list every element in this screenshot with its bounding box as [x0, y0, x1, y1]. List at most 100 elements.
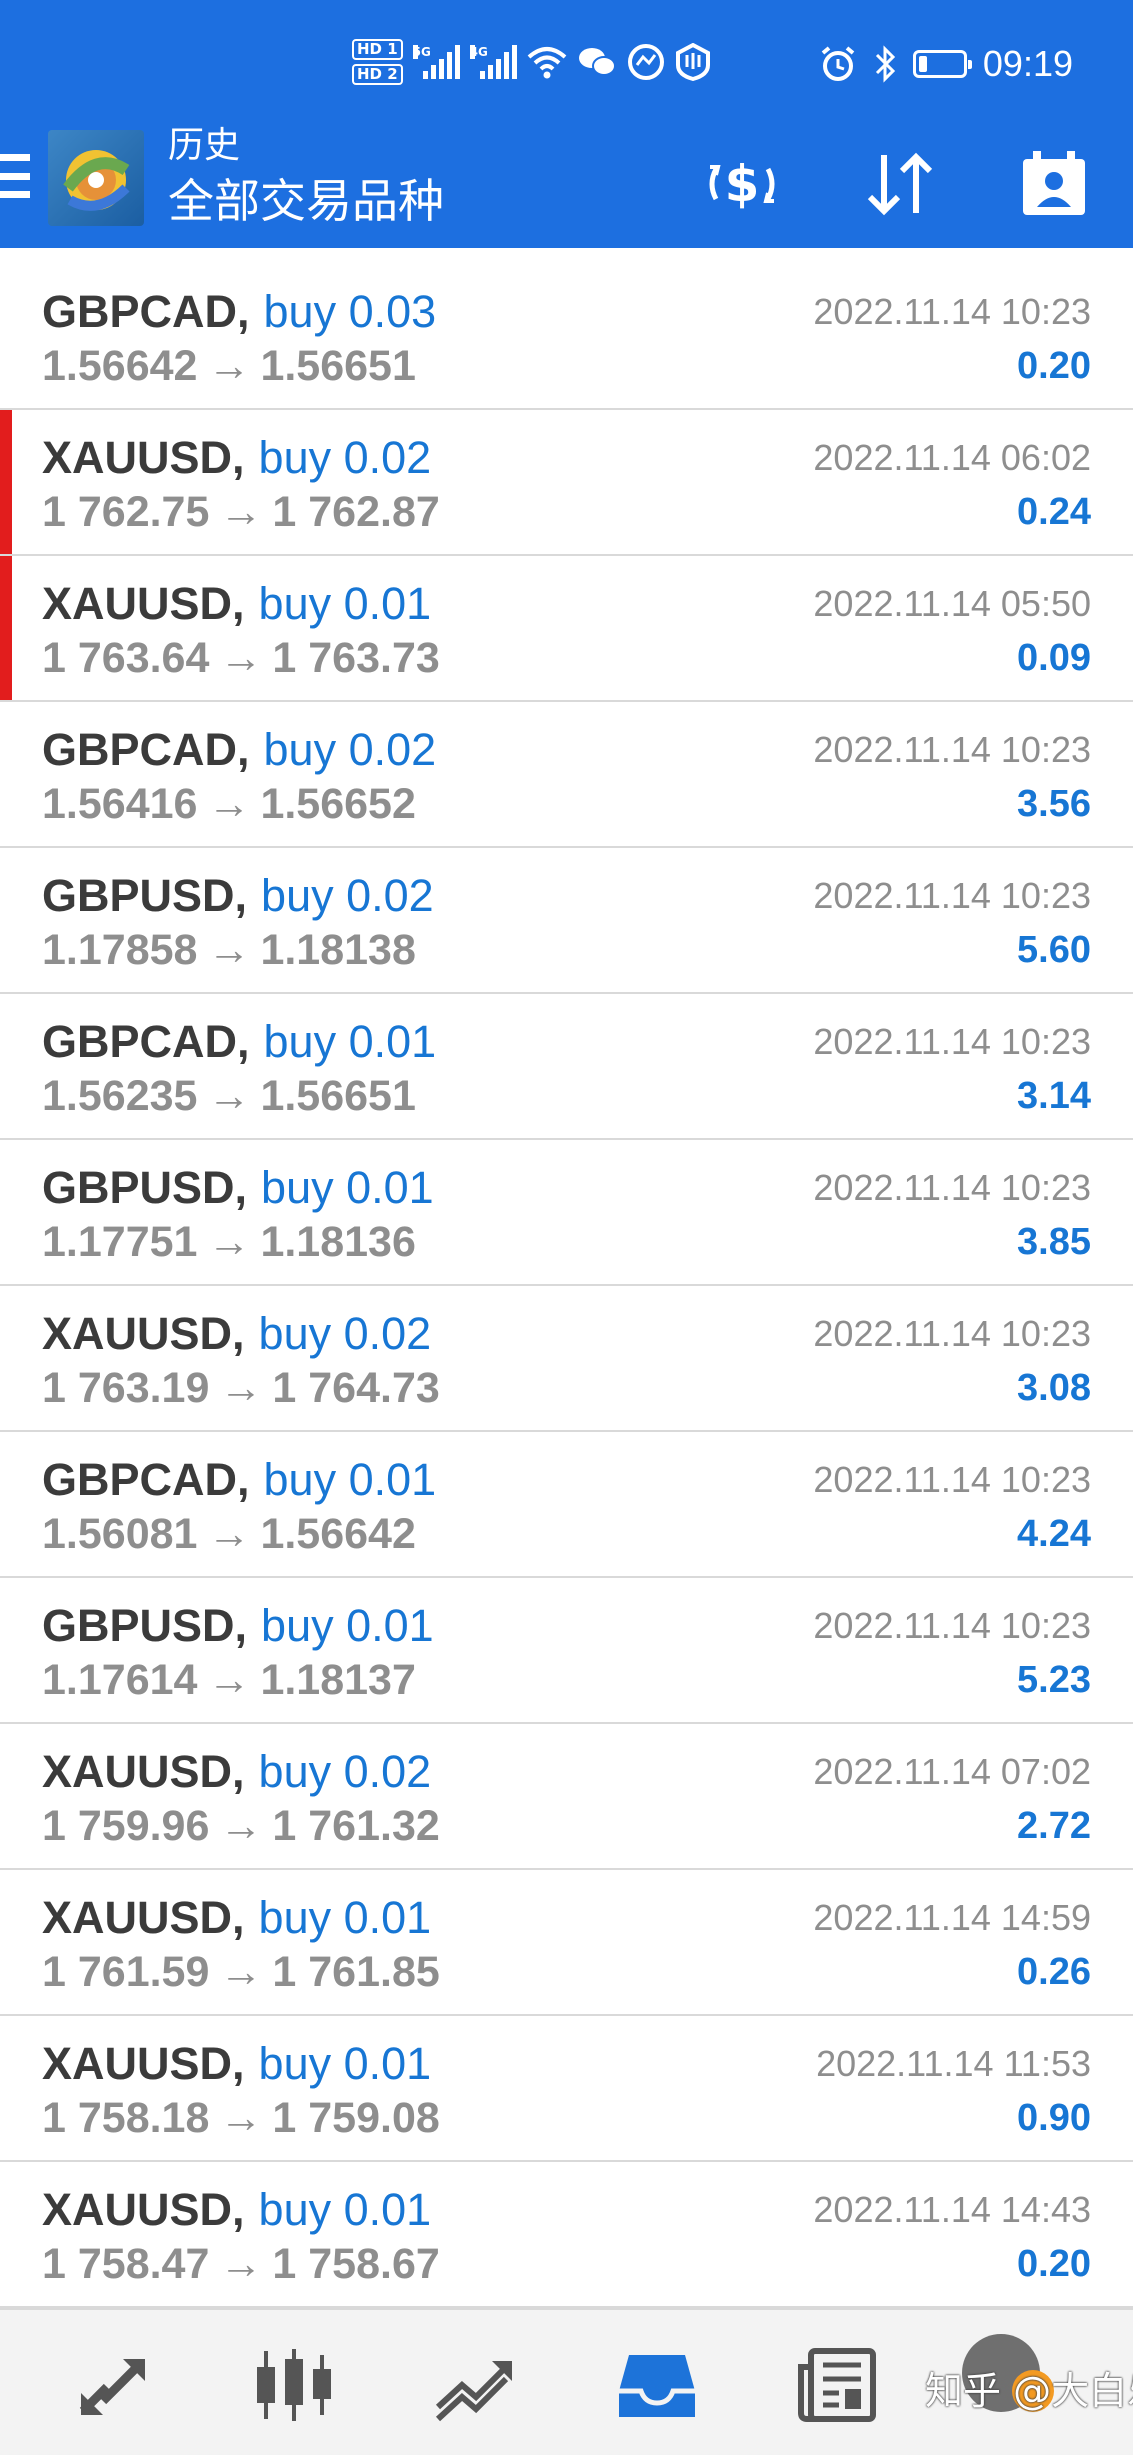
- comma-separator: ,: [237, 1016, 250, 1067]
- arrow-icon: →: [219, 2094, 263, 2142]
- trade-row[interactable]: GBPUSD, buy 0.01 1.17614 → 1.18137 2022.11.…: [0, 1578, 1133, 1724]
- trade-title: GBPCAD, buy 0.03: [42, 286, 436, 338]
- trade-profit: 0.90: [1017, 2097, 1091, 2139]
- trade-time: 2022.11.14 14:59: [813, 1897, 1091, 1938]
- open-price: 1.56416: [42, 780, 198, 828]
- comma-separator: ,: [232, 2038, 245, 2089]
- bluetooth-icon: [875, 45, 896, 83]
- trade-side-volume: buy 0.01: [258, 1892, 432, 1943]
- signal-5g-icon: 5G: [412, 45, 460, 79]
- trade-prices: 1.17614 → 1.18137: [42, 1654, 416, 1706]
- comma-separator: ,: [234, 1162, 248, 1213]
- trade-symbol: GBPCAD: [42, 1016, 238, 1067]
- nav-chart[interactable]: [250, 2340, 340, 2430]
- trade-profit: 3.85: [1017, 1221, 1091, 1263]
- trade-prices: 1.56081 → 1.56642: [42, 1508, 416, 1560]
- open-price: 1.56235: [42, 1072, 198, 1120]
- trade-profit: 4.24: [1017, 1513, 1091, 1555]
- arrow-icon: →: [219, 1364, 263, 1412]
- trade-profit: 0.20: [1017, 2243, 1091, 2285]
- nav-history[interactable]: [612, 2340, 702, 2430]
- arrow-icon: →: [219, 1948, 263, 1996]
- metatrader-logo: [48, 130, 144, 226]
- trade-side-volume: buy 0.01: [261, 1600, 434, 1651]
- nav-trade[interactable]: [430, 2340, 520, 2430]
- symbol-filter-title[interactable]: 全部交易品种: [168, 170, 444, 232]
- trade-row[interactable]: XAUUSD, buy 0.02 1 762.75 → 1 762.87 2022.1…: [0, 410, 1133, 556]
- trade-side-volume: buy 0.01: [263, 1016, 437, 1067]
- currency-exchange-icon: $: [709, 155, 775, 213]
- trade-symbol: GBPCAD: [42, 724, 238, 775]
- arrow-icon: →: [219, 488, 263, 536]
- trade-row[interactable]: XAUUSD, buy 0.01 1 761.59 → 1 761.85 2022.1…: [0, 1870, 1133, 2016]
- trade-title: XAUUSD, buy 0.01: [42, 2184, 431, 2236]
- trade-symbol: GBPUSD: [42, 870, 235, 921]
- trade-row[interactable]: XAUUSD, buy 0.01 1 758.47 → 1 758.67 2022.1…: [0, 2162, 1133, 2308]
- app-bar: 历史 全部交易品种 $: [0, 120, 1133, 248]
- alarm-icon: [821, 46, 855, 81]
- trade-profit: 3.56: [1017, 783, 1091, 825]
- open-price: 1 763.64: [42, 634, 210, 682]
- trade-profit: 0.24: [1017, 491, 1091, 533]
- open-price: 1.17614: [42, 1656, 198, 1704]
- open-price: 1 761.59: [42, 1948, 210, 1996]
- trade-row[interactable]: XAUUSD, buy 0.02 1 763.19 → 1 764.73 2022.1…: [0, 1286, 1133, 1432]
- news-icon: [798, 2348, 876, 2422]
- hd2-badge: HD 2: [352, 64, 403, 85]
- close-price: 1 763.73: [272, 634, 440, 682]
- arrow-icon: →: [219, 1802, 263, 1850]
- open-price: 1.56081: [42, 1510, 198, 1558]
- trade-row[interactable]: GBPUSD, buy 0.01 1.17751 → 1.18136 2022.11.…: [0, 1140, 1133, 1286]
- trade-title: GBPCAD, buy 0.01: [42, 1454, 436, 1506]
- trade-row[interactable]: GBPCAD, buy 0.02 1.56416 → 1.56652 2022.11.…: [0, 702, 1133, 848]
- period-calendar-button[interactable]: [1012, 142, 1096, 226]
- nav-news[interactable]: [792, 2340, 882, 2430]
- trade-time: 2022.11.14 05:50: [813, 583, 1091, 624]
- trade-row[interactable]: GBPCAD, buy 0.01 1.56235 → 1.56651 2022.11.…: [0, 994, 1133, 1140]
- open-price: 1.17858: [42, 926, 198, 974]
- trade-title: GBPCAD, buy 0.02: [42, 724, 436, 776]
- open-price: 1 762.75: [42, 488, 210, 536]
- trade-row[interactable]: GBPCAD, buy 0.03 1.56642 → 1.56651 2022.11.…: [0, 264, 1133, 410]
- app-notification-icon: [627, 44, 664, 80]
- trade-history-list: GBPCAD, buy 0.03 1.56642 → 1.56651 2022.11.…: [0, 264, 1133, 2308]
- trade-prices: 1 758.18 → 1 759.08: [42, 2092, 440, 2144]
- chart-icon: [257, 2349, 331, 2421]
- sort-button[interactable]: [858, 142, 942, 226]
- trade-row[interactable]: GBPUSD, buy 0.02 1.17858 → 1.18138 2022.11.…: [0, 848, 1133, 994]
- arrow-icon: →: [207, 780, 251, 828]
- app-header: HD 1 HD 2 5G 4G 09:19 历史 全部交易品种 $: [0, 0, 1133, 248]
- comma-separator: ,: [232, 578, 245, 629]
- trade-row[interactable]: XAUUSD, buy 0.01 1 758.18 → 1 759.08 2022.1…: [0, 2016, 1133, 2162]
- nav-quotes[interactable]: [68, 2340, 158, 2430]
- trade-prices: 1.17858 → 1.18138: [42, 924, 416, 976]
- comma-separator: ,: [234, 870, 248, 921]
- trade-row[interactable]: GBPCAD, buy 0.01 1.56081 → 1.56642 2022.11.…: [0, 1432, 1133, 1578]
- currency-exchange-button[interactable]: $: [700, 142, 784, 226]
- trade-time: 2022.11.14 14:43: [813, 2189, 1091, 2230]
- trade-row[interactable]: XAUUSD, buy 0.02 1 759.96 → 1 761.32 2022.1…: [0, 1724, 1133, 1870]
- wifi-icon: [527, 47, 566, 79]
- hd-badges: HD 1 HD 2: [352, 39, 403, 85]
- trade-prices: 1 758.47 → 1 758.67: [42, 2238, 440, 2290]
- trade-time: 2022.11.14 10:23: [813, 291, 1091, 332]
- comma-separator: ,: [232, 1892, 245, 1943]
- trade-row[interactable]: XAUUSD, buy 0.01 1 763.64 → 1 763.73 2022.1…: [0, 556, 1133, 702]
- arrow-icon: →: [207, 342, 251, 390]
- trade-title: XAUUSD, buy 0.02: [42, 1308, 431, 1360]
- trade-time: 2022.11.14 10:23: [813, 875, 1091, 916]
- trade-icon: [435, 2361, 512, 2422]
- trade-symbol: XAUUSD: [42, 2184, 233, 2235]
- trade-prices: 1 759.96 → 1 761.32: [42, 1800, 440, 1852]
- trade-title: XAUUSD, buy 0.02: [42, 432, 431, 484]
- open-price: 1 758.18: [42, 2094, 210, 2142]
- trade-side-volume: buy 0.03: [263, 286, 437, 337]
- status-time: 09:19: [982, 43, 1073, 84]
- trade-profit: 5.60: [1017, 929, 1091, 971]
- arrow-icon: →: [207, 926, 251, 974]
- page-title: 历史: [168, 125, 241, 166]
- trade-symbol: XAUUSD: [42, 578, 233, 629]
- trade-side-volume: buy 0.02: [258, 1746, 432, 1797]
- hamburger-menu-icon[interactable]: [0, 154, 30, 198]
- arrow-icon: →: [207, 1218, 251, 1266]
